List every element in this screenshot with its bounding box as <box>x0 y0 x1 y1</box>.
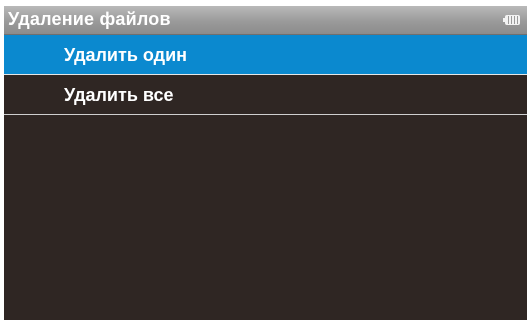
menu-item-delete-one[interactable]: Удалить один <box>4 35 527 75</box>
screen-title: Удаление файлов <box>8 9 171 29</box>
title-bar: Удаление файлов <box>4 6 527 35</box>
battery-icon <box>503 15 520 25</box>
menu-item-label: Удалить все <box>64 85 174 105</box>
delete-menu: Удалить один Удалить все <box>4 35 527 115</box>
menu-item-label: Удалить один <box>64 45 188 65</box>
menu-item-delete-all[interactable]: Удалить все <box>4 75 527 115</box>
device-screen: Удаление файлов Удалить один Удалить все <box>4 6 527 320</box>
